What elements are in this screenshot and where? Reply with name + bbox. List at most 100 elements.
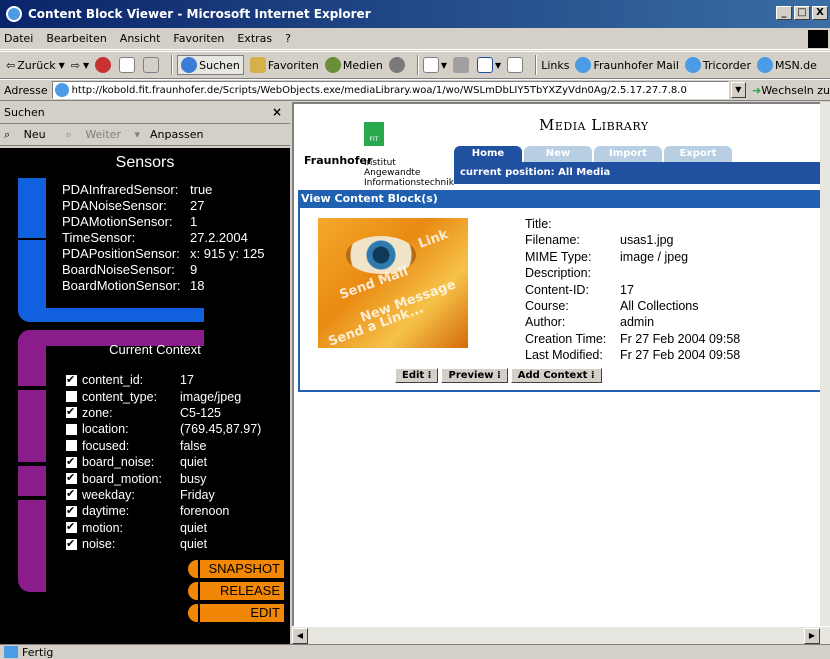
print-button[interactable] (453, 57, 471, 73)
sensor-row: BoardNoiseSensor: 9 (62, 262, 198, 277)
context-checkbox[interactable] (66, 503, 77, 519)
stop-button[interactable] (95, 57, 113, 73)
search-pane-close-button[interactable]: × (272, 105, 282, 119)
mail-icon (422, 57, 439, 73)
print-icon (453, 57, 470, 73)
search-button[interactable]: Suchen (177, 55, 244, 75)
search-customize-button[interactable]: Anpassen (150, 128, 203, 141)
ie-page-icon (684, 57, 701, 73)
ie-icon (6, 6, 22, 22)
page-content: FIT Fraunhofer Institut Angewandte Infor… (292, 102, 824, 626)
context-row: zone:C5-125 (66, 404, 261, 421)
page-done-icon (4, 646, 18, 658)
release-button[interactable]: RELEASE (200, 582, 284, 600)
link-fraunhofer-mail[interactable]: Fraunhofer Mail (575, 57, 679, 73)
content-thumbnail[interactable]: Send a Link... New Message Send Mail Lin… (318, 218, 468, 348)
search-pane-tools: ⌕ Neu ⌕ Weiter ▾ Anpassen (0, 124, 290, 146)
scroll-right-button[interactable]: ▶ (804, 628, 820, 644)
page-icon (54, 83, 69, 97)
go-button[interactable]: ➜Wechseln zu (752, 84, 830, 97)
windows-logo-icon (808, 30, 828, 48)
edit-word-button[interactable]: ▼ (477, 57, 501, 73)
link-msn[interactable]: MSN.de (756, 57, 817, 73)
context-checkbox[interactable] (66, 404, 77, 420)
context-row: content_type: image/jpeg (66, 388, 261, 404)
menu-bearbeiten[interactable]: Bearbeiten (46, 32, 106, 45)
metadata-list: Title: Filename: usas1.jpg MIME Type: imag… (525, 216, 740, 364)
context-purple-bar-1 (18, 330, 46, 386)
edit-context-button-cap (188, 604, 198, 622)
context-checkbox[interactable] (66, 519, 77, 535)
close-button[interactable]: X (812, 6, 828, 20)
add-context-button[interactable]: Add Context ⁞ (510, 368, 602, 383)
context-checkbox[interactable] (66, 423, 77, 435)
edit-context-button[interactable]: EDIT (200, 604, 284, 622)
context-purple-bar-4 (18, 500, 46, 592)
discuss-button[interactable] (507, 57, 525, 73)
forward-button[interactable]: ⇨ ▼ (71, 59, 89, 72)
search-icon (181, 57, 198, 73)
window-controls: _ □ X (776, 6, 828, 20)
media-button[interactable]: Medien (324, 57, 383, 73)
menu-ansicht[interactable]: Ansicht (120, 32, 161, 45)
context-checkbox[interactable] (66, 391, 77, 403)
context-checkbox[interactable] (66, 454, 77, 470)
context-row: board_noise:quiet (66, 454, 261, 470)
go-arrow-icon: ➜ (751, 83, 762, 97)
address-input[interactable]: http://kobold.fit.fraunhofer.de/Scripts/… (51, 81, 729, 99)
snapshot-button[interactable]: SNAPSHOT (200, 560, 284, 578)
context-checkbox[interactable] (66, 470, 77, 486)
context-checkbox[interactable] (66, 372, 77, 388)
window-title: Content Block Viewer - Microsoft Interne… (28, 7, 371, 21)
menu-extras[interactable]: Extras (237, 32, 272, 45)
horizontal-scrollbar[interactable]: ◀ ▶ (292, 626, 830, 644)
preview-button[interactable]: Preview ⁞ (441, 368, 508, 383)
context-row: location: (769.45,87.97) (66, 421, 261, 437)
context-row: content_id:17 (66, 372, 261, 388)
address-dropdown-button[interactable]: ▼ (730, 82, 746, 98)
menu-datei[interactable]: Datei (4, 32, 33, 45)
forward-arrow-icon: ⇨ (70, 58, 81, 72)
maximize-button[interactable]: □ (794, 6, 810, 20)
favorites-button[interactable]: Favoriten (249, 57, 319, 73)
tab-export[interactable]: Export (664, 146, 732, 162)
context-row: daytime:forenoon (66, 503, 261, 519)
context-purple-bar-2 (18, 390, 46, 462)
stop-icon (95, 57, 112, 73)
meta-row: MIME Type: image / jpeg (525, 249, 689, 264)
search-new-button[interactable]: ⌕ Neu (4, 128, 56, 142)
content-block-box: Send a Link... New Message Send Mail Lin… (298, 208, 822, 392)
meta-row: Filename: usas1.jpg (525, 233, 674, 248)
tab-new[interactable]: New (524, 146, 592, 162)
vertical-scrollbar[interactable] (820, 102, 830, 626)
release-button-cap (188, 582, 198, 600)
meta-row: Creation Time: Fr 27 Feb 2004 09:58 (525, 331, 741, 346)
minimize-button[interactable]: _ (776, 6, 792, 20)
tab-home[interactable]: Home (454, 146, 522, 162)
context-checkbox[interactable] (66, 486, 77, 502)
menu-favoriten[interactable]: Favoriten (173, 32, 224, 45)
address-bar: Adresse http://kobold.fit.fraunhofer.de/… (0, 79, 830, 101)
status-bar: Fertig (0, 644, 830, 659)
context-checkbox[interactable] (66, 440, 77, 452)
word-icon (477, 57, 494, 73)
home-button[interactable] (143, 57, 161, 73)
refresh-button[interactable] (119, 57, 137, 73)
edit-button[interactable]: Edit ⁞ (395, 368, 439, 383)
sensor-row: PDAInfraredSensor: true (62, 182, 213, 197)
link-tricorder[interactable]: Tricorder (684, 57, 751, 73)
scroll-left-button[interactable]: ◀ (292, 628, 308, 644)
menu-help[interactable]: ? (285, 32, 291, 45)
mail-button[interactable]: ▼ (422, 57, 447, 73)
history-button[interactable] (388, 57, 407, 73)
toolbar-separator (416, 55, 419, 75)
ie-page-icon (575, 57, 592, 73)
context-purple-bar-3 (18, 466, 46, 496)
meta-row: Content-ID: 17 (525, 282, 634, 297)
back-button[interactable]: ⇦ Zurück ▼ (6, 59, 65, 72)
refresh-icon (119, 57, 136, 73)
search-next-button[interactable]: ⌕ Weiter ▾ (66, 128, 140, 142)
context-checkbox[interactable] (66, 536, 77, 552)
tab-import[interactable]: Import (594, 146, 662, 162)
meta-row: Description: (525, 266, 591, 281)
